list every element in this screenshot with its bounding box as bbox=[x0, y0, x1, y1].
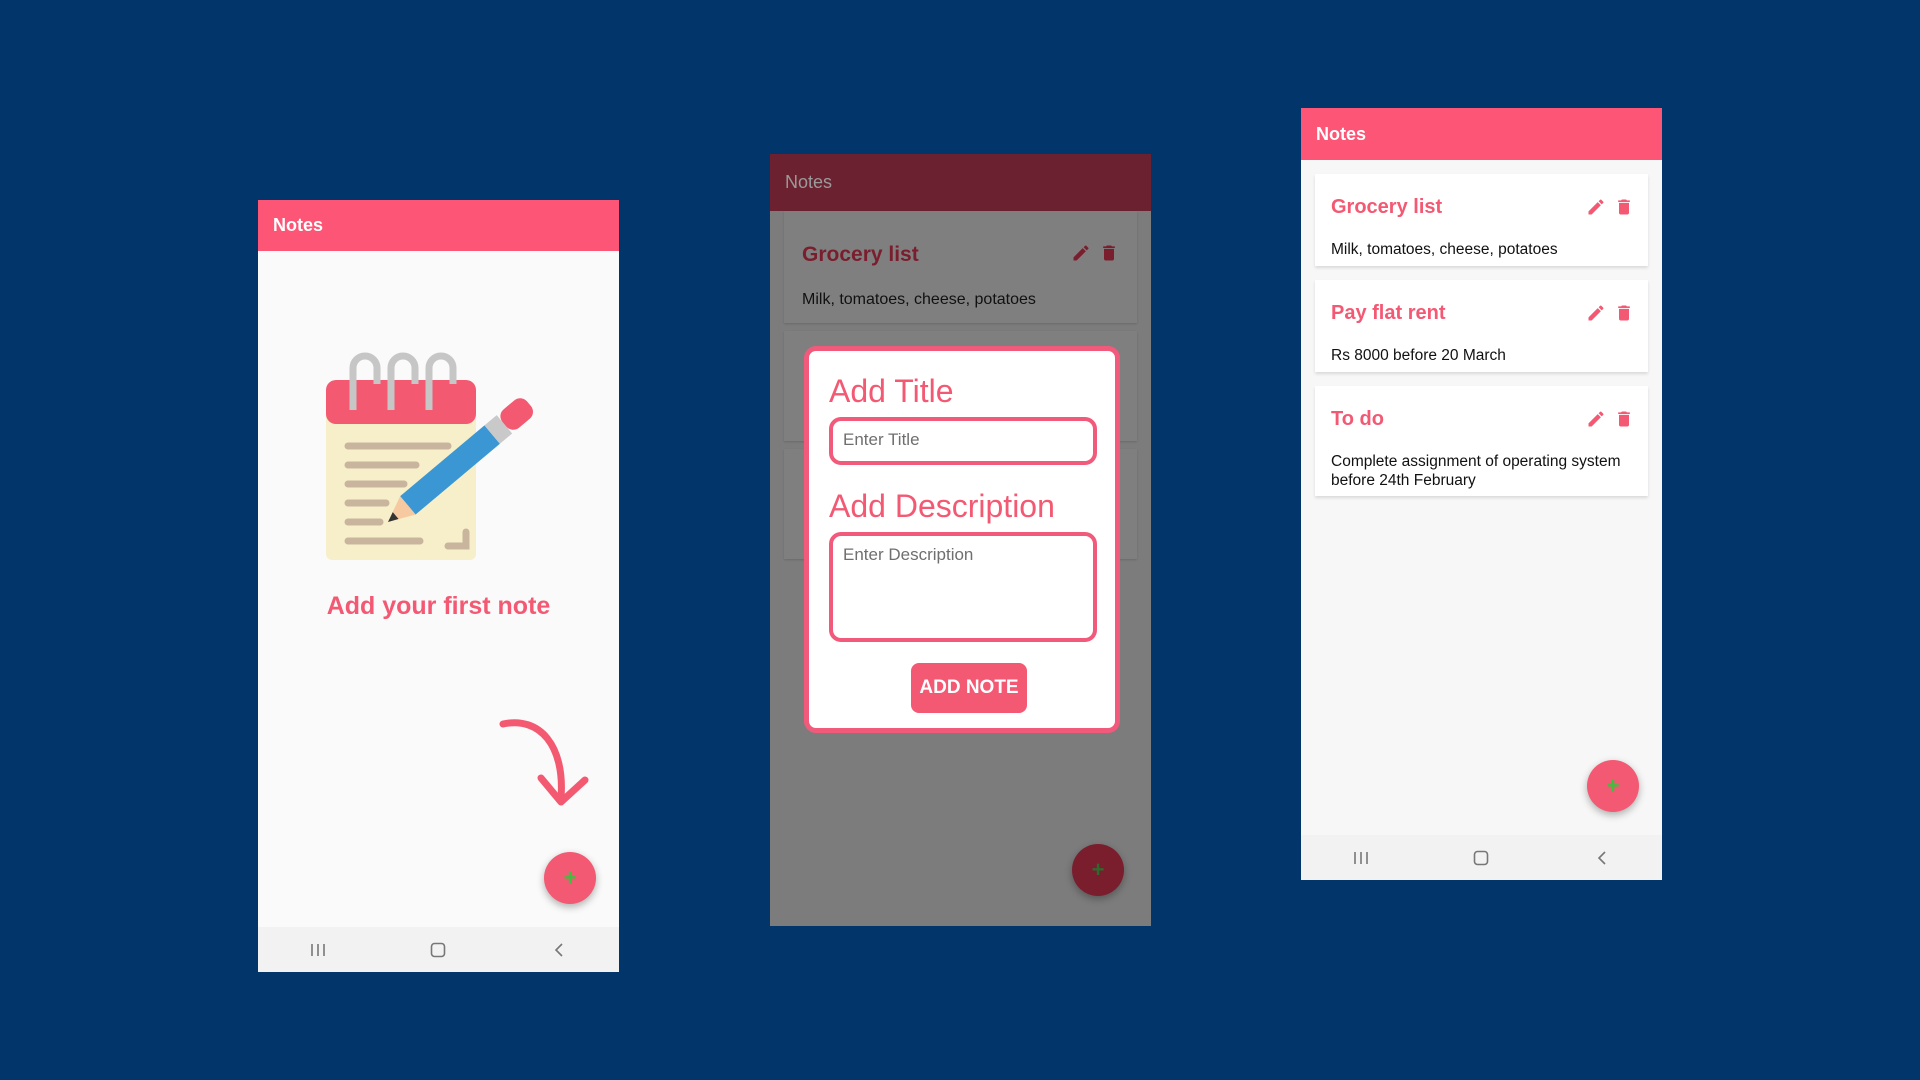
hint-arrow-icon bbox=[499, 719, 589, 806]
recent-apps-icon[interactable] bbox=[1352, 850, 1370, 866]
note-title: Pay flat rent bbox=[1331, 302, 1446, 324]
description-input[interactable]: Enter Description bbox=[829, 532, 1097, 642]
note-description: Complete assignment of operating system … bbox=[1331, 453, 1621, 489]
add-note-fab[interactable]: + bbox=[544, 852, 596, 904]
app-bar: Notes bbox=[1301, 108, 1662, 160]
note-description: Milk, tomatoes, cheese, potatoes bbox=[1331, 241, 1558, 258]
add-note-dialog: Add Title Enter Title Add Description En… bbox=[804, 346, 1120, 733]
note-title: Grocery list bbox=[802, 243, 919, 266]
pencil-icon bbox=[1073, 245, 1089, 261]
note-title: To do bbox=[1331, 408, 1384, 430]
home-icon[interactable] bbox=[1472, 850, 1490, 866]
add-note-fab[interactable]: + bbox=[1587, 760, 1639, 812]
app-title: Notes bbox=[785, 172, 833, 192]
app-bar: Notes bbox=[258, 200, 619, 251]
background-note-card: Grocery list Milk, tomatoes, cheese, pot… bbox=[784, 211, 1137, 323]
note-card[interactable]: To do Complete assignment of operating s… bbox=[1315, 386, 1648, 496]
note-card[interactable]: Grocery list Milk, tomatoes, cheese, pot… bbox=[1315, 174, 1648, 266]
title-label: Add Title bbox=[829, 373, 954, 409]
note-description: Milk, tomatoes, cheese, potatoes bbox=[802, 291, 1036, 308]
description-label: Add Description bbox=[829, 488, 1055, 524]
back-icon[interactable] bbox=[1593, 850, 1611, 866]
trash-icon[interactable] bbox=[1614, 303, 1634, 323]
phone-add-note-dialog: Notes Grocery list Milk, tomatoes, chees… bbox=[770, 154, 1151, 926]
pencil-icon[interactable] bbox=[1586, 197, 1606, 217]
app-bar: Notes bbox=[770, 154, 1151, 211]
recent-apps-icon[interactable] bbox=[309, 942, 327, 958]
system-nav-bar bbox=[1301, 835, 1662, 880]
add-note-fab[interactable]: + bbox=[1072, 844, 1124, 896]
trash-icon bbox=[1103, 245, 1115, 261]
phone-empty-state: Notes Add your first note + bbox=[258, 200, 619, 972]
note-title: Grocery list bbox=[1331, 196, 1443, 218]
trash-icon[interactable] bbox=[1614, 409, 1634, 429]
empty-state-message: Add your first note bbox=[326, 592, 551, 620]
note-description: Rs 8000 before 20 March bbox=[1331, 347, 1506, 364]
app-title: Notes bbox=[273, 215, 324, 235]
system-nav-bar bbox=[258, 927, 619, 972]
home-icon[interactable] bbox=[429, 942, 447, 958]
note-card[interactable]: Pay flat rent Rs 8000 before 20 March bbox=[1315, 280, 1648, 372]
plus-icon: + bbox=[1091, 857, 1105, 882]
title-input[interactable]: Enter Title bbox=[829, 417, 1097, 465]
add-note-button[interactable]: ADD NOTE bbox=[911, 663, 1027, 713]
back-icon[interactable] bbox=[550, 942, 568, 958]
trash-icon[interactable] bbox=[1614, 197, 1634, 217]
plus-icon: + bbox=[1606, 773, 1620, 798]
app-title: Notes bbox=[1316, 123, 1367, 144]
phone-note-list: Notes Grocery list Milk, tomatoes, chees… bbox=[1301, 108, 1662, 880]
pencil-icon[interactable] bbox=[1586, 303, 1606, 323]
notepad-illustration bbox=[326, 352, 533, 560]
pencil-icon[interactable] bbox=[1586, 409, 1606, 429]
plus-icon: + bbox=[563, 865, 577, 890]
